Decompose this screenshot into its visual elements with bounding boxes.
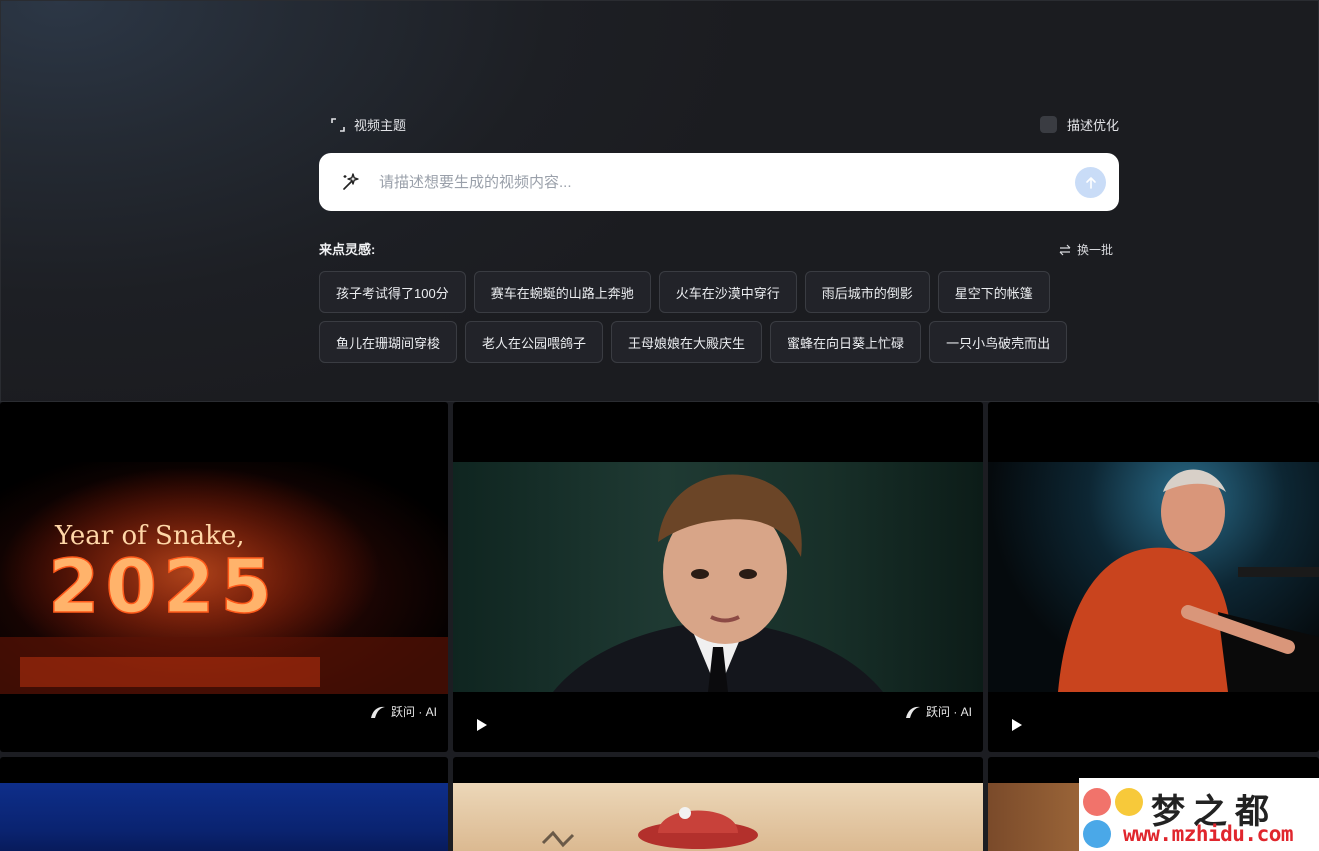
watermark: 跃问 · AI	[370, 703, 437, 720]
video-card[interactable]	[0, 757, 448, 851]
site-logo-badge: 梦之都 www.mzhidu.com	[1079, 778, 1319, 851]
magic-wand-icon	[341, 172, 361, 192]
chip-row-1: 孩子考试得了100分 赛车在蜿蜒的山路上奔驰 火车在沙漠中穿行 雨后城市的倒影 …	[319, 271, 1119, 313]
inspiration-chip[interactable]: 雨后城市的倒影	[804, 271, 930, 313]
watermark-label: 跃问 · AI	[925, 705, 972, 719]
inspiration-header: 来点灵感: 换一批	[319, 239, 1119, 257]
inspiration-chip[interactable]: 星空下的帐篷	[937, 271, 1050, 313]
smiley-icon	[1083, 788, 1111, 816]
inspiration-chip[interactable]: 鱼儿在珊瑚间穿梭	[319, 321, 458, 363]
video-card[interactable]: 跃问 · AI	[453, 402, 983, 752]
video-card[interactable]	[988, 402, 1319, 752]
top-area: 视频主题 描述优化 来点灵感:	[0, 0, 1319, 402]
card1-text-big: 2025	[48, 544, 278, 630]
arrow-up-icon	[1085, 176, 1096, 189]
chip-row-2: 鱼儿在珊瑚间穿梭 老人在公园喂鸽子 王母娘娘在大殿庆生 蜜蜂在向日葵上忙碌 一只…	[319, 321, 1119, 363]
inspiration-chip[interactable]: 孩子考试得了100分	[319, 271, 466, 313]
optimize-checkbox[interactable]	[1039, 116, 1057, 133]
topic-row: 视频主题 描述优化	[319, 115, 1119, 135]
fireworks-image: Year of Snake, 2025	[0, 467, 448, 694]
inspiration-chip[interactable]: 王母娘娘在大殿庆生	[611, 321, 763, 363]
watermark-label: 跃问 · AI	[390, 705, 437, 719]
inspiration-chip[interactable]: 赛车在蜿蜒的山路上奔驰	[473, 271, 651, 313]
video-topic-button[interactable]: 视频主题	[331, 115, 406, 134]
play-icon[interactable]	[1012, 719, 1022, 731]
inspiration-chip[interactable]: 一只小鸟破壳而出	[929, 321, 1068, 363]
smiley-icon	[1083, 820, 1111, 848]
prompt-box	[319, 153, 1119, 211]
inspiration-chip[interactable]: 老人在公园喂鸽子	[465, 321, 604, 363]
video-card[interactable]	[453, 757, 983, 851]
optimize-toggle[interactable]: 描述优化	[1039, 115, 1119, 134]
video-card[interactable]: Year of Snake, 2025 跃问 · AI	[0, 402, 448, 752]
refresh-label: 换一批	[1076, 243, 1113, 257]
optimize-label: 描述优化	[1066, 118, 1119, 133]
video-topic-label: 视频主题	[354, 118, 407, 133]
video-thumbnail: Year of Snake, 2025	[0, 462, 448, 694]
site-logo-url: www.mzhidu.com	[1123, 822, 1294, 846]
watermark: 跃问 · AI	[905, 703, 972, 720]
send-button[interactable]	[1075, 167, 1106, 198]
swap-icon	[1059, 244, 1071, 255]
boy-portrait-image	[553, 474, 883, 692]
inspiration-chip[interactable]: 蜜蜂在向日葵上忙碌	[770, 321, 922, 363]
video-thumbnail	[453, 462, 983, 692]
inspiration-chip[interactable]: 火车在沙漠中穿行	[658, 271, 797, 313]
video-thumbnail	[0, 783, 448, 851]
video-thumbnail	[988, 462, 1319, 692]
refresh-button[interactable]: 换一批	[1059, 241, 1113, 258]
pianist-image	[1058, 469, 1319, 692]
brand-logo-icon	[370, 706, 385, 718]
inspiration-title: 来点灵感:	[319, 242, 376, 257]
brand-logo-icon	[905, 706, 920, 718]
expand-icon	[331, 117, 345, 132]
hat-figure-image	[541, 807, 758, 849]
prompt-input[interactable]	[379, 167, 1059, 197]
inspiration-chips: 孩子考试得了100分 赛车在蜿蜒的山路上奔驰 火车在沙漠中穿行 雨后城市的倒影 …	[319, 271, 1119, 371]
play-icon[interactable]	[477, 719, 487, 731]
smiley-icon	[1115, 788, 1143, 816]
video-thumbnail	[453, 783, 983, 851]
